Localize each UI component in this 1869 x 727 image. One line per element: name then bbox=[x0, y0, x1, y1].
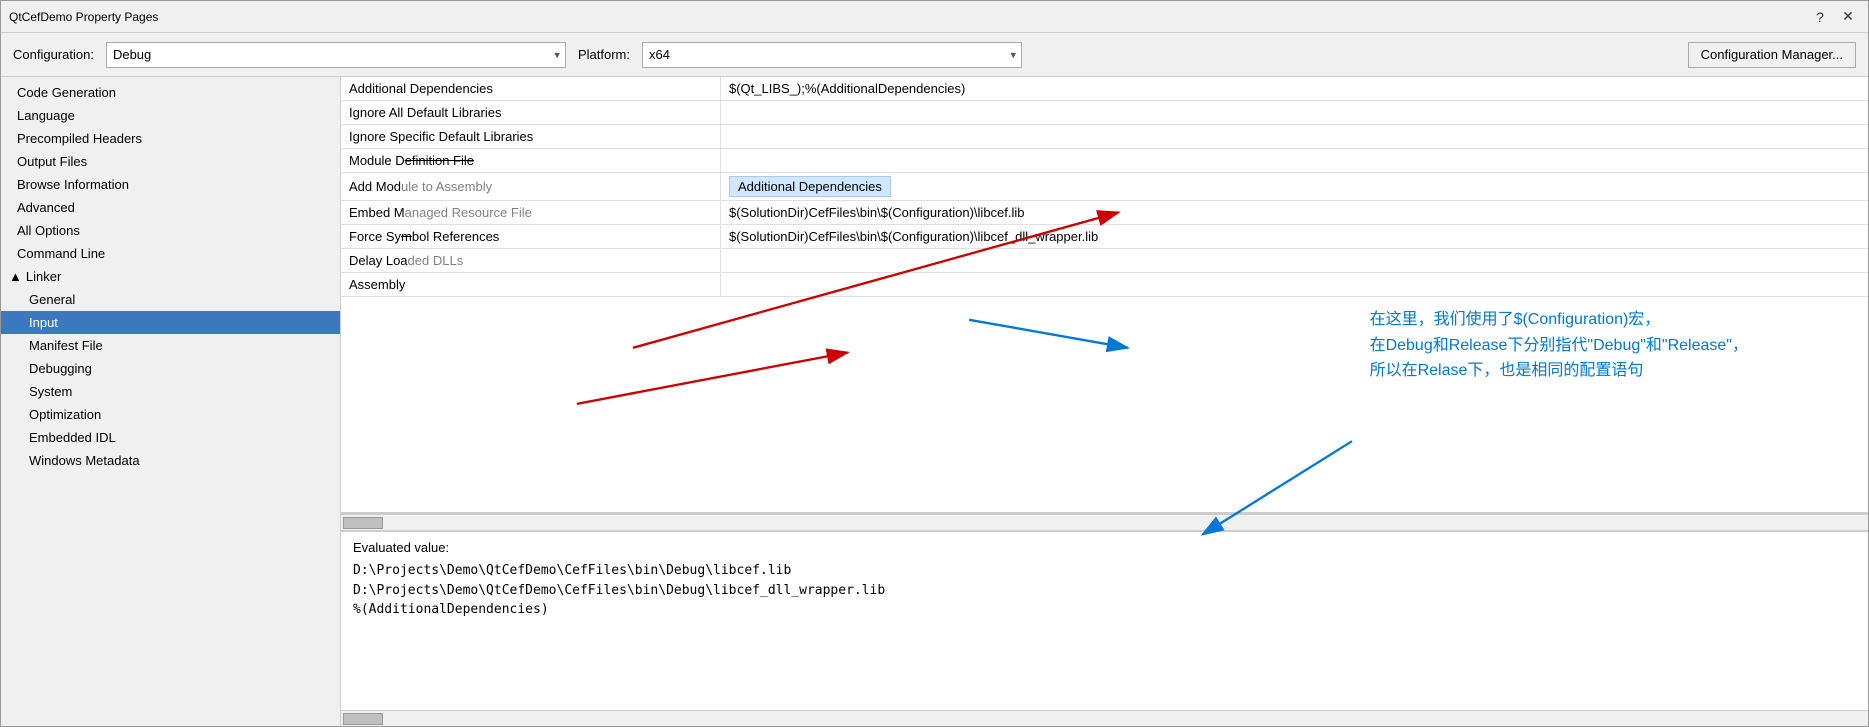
sidebar-item-windows-metadata[interactable]: Windows Metadata bbox=[1, 449, 340, 472]
sidebar-item-precompiled-headers[interactable]: Precompiled Headers bbox=[1, 127, 340, 150]
sidebar-item-all-options[interactable]: All Options bbox=[1, 219, 340, 242]
h-scrollbar-top[interactable] bbox=[341, 514, 1868, 530]
platform-select[interactable]: x64 Win32 bbox=[642, 42, 1022, 68]
sidebar-group-linker[interactable]: ▲ Linker bbox=[1, 265, 340, 288]
sidebar-item-code-generation[interactable]: Code Generation bbox=[1, 81, 340, 104]
evaluated-section: Evaluated value: D:\Projects\Demo\QtCefD… bbox=[341, 530, 1868, 710]
help-button[interactable]: ? bbox=[1808, 7, 1832, 27]
sidebar-item-manifest-file[interactable]: Manifest File bbox=[1, 334, 340, 357]
prop-name-force-sym: Force Symbol References bbox=[341, 225, 721, 248]
evaluated-label: Evaluated value: bbox=[353, 540, 1856, 555]
properties-table: Additional Dependencies $(Qt_LIBS_);%(Ad… bbox=[341, 77, 1868, 514]
sidebar-group-linker-label: Linker bbox=[26, 269, 61, 284]
content-area: Additional Dependencies $(Qt_LIBS_);%(Ad… bbox=[341, 77, 1868, 726]
table-row: Force Symbol References $(SolutionDir)Ce… bbox=[341, 225, 1868, 249]
sidebar-item-browse-information[interactable]: Browse Information bbox=[1, 173, 340, 196]
scrollbar-thumb-bottom[interactable] bbox=[343, 713, 383, 725]
table-row: Delay Loaded DLLs bbox=[341, 249, 1868, 273]
sidebar: Code Generation Language Precompiled Hea… bbox=[1, 77, 341, 726]
prop-name-module-def: Module Definition File bbox=[341, 149, 721, 172]
prop-value-add-module[interactable]: Additional Dependencies bbox=[721, 173, 1868, 200]
sidebar-item-system[interactable]: System bbox=[1, 380, 340, 403]
sidebar-item-optimization[interactable]: Optimization bbox=[1, 403, 340, 426]
prop-name-embed: Embed Managed Resource File bbox=[341, 201, 721, 224]
title-bar-buttons: ? ✕ bbox=[1808, 7, 1860, 27]
prop-name-additional-dependencies: Additional Dependencies bbox=[341, 77, 721, 100]
prop-value-additional-dependencies[interactable]: $(Qt_LIBS_);%(AdditionalDependencies) bbox=[721, 77, 1868, 100]
prop-value-force-sym[interactable]: $(SolutionDir)CefFiles\bin\$(Configurati… bbox=[721, 225, 1868, 248]
title-bar: QtCefDemo Property Pages ? ✕ bbox=[1, 1, 1868, 33]
config-select[interactable]: Debug Release All Configurations bbox=[106, 42, 566, 68]
table-row: Embed Managed Resource File $(SolutionDi… bbox=[341, 201, 1868, 225]
platform-label: Platform: bbox=[578, 47, 630, 62]
sidebar-item-debugging[interactable]: Debugging bbox=[1, 357, 340, 380]
prop-value-ignore-specific[interactable] bbox=[721, 125, 1868, 148]
prop-value-assembly[interactable] bbox=[721, 273, 1868, 296]
triangle-icon: ▲ bbox=[9, 269, 22, 284]
prop-name-ignore-specific: Ignore Specific Default Libraries bbox=[341, 125, 721, 148]
content-wrapper: Additional Dependencies $(Qt_LIBS_);%(Ad… bbox=[341, 77, 1868, 726]
main-content: Code Generation Language Precompiled Hea… bbox=[1, 77, 1868, 726]
table-row: Additional Dependencies $(Qt_LIBS_);%(Ad… bbox=[341, 77, 1868, 101]
prop-name-delay-load: Delay Loaded DLLs bbox=[341, 249, 721, 272]
eval-line-1: D:\Projects\Demo\QtCefDemo\CefFiles\bin\… bbox=[353, 561, 1856, 581]
table-row: Ignore Specific Default Libraries bbox=[341, 125, 1868, 149]
sidebar-item-command-line[interactable]: Command Line bbox=[1, 242, 340, 265]
close-button[interactable]: ✕ bbox=[1836, 7, 1860, 27]
platform-select-wrapper: x64 Win32 bbox=[642, 42, 1022, 68]
prop-name-add-module: Add Module to Assembly bbox=[341, 173, 721, 200]
eval-line-2: D:\Projects\Demo\QtCefDemo\CefFiles\bin\… bbox=[353, 581, 1856, 601]
sidebar-item-input[interactable]: Input bbox=[1, 311, 340, 334]
eval-line-3: %(AdditionalDependencies) bbox=[353, 600, 1856, 620]
config-select-wrapper: Debug Release All Configurations bbox=[106, 42, 566, 68]
config-label: Configuration: bbox=[13, 47, 94, 62]
scrollbar-thumb[interactable] bbox=[343, 517, 383, 529]
toolbar: Configuration: Debug Release All Configu… bbox=[1, 33, 1868, 77]
h-scrollbar-bottom[interactable] bbox=[341, 710, 1868, 726]
config-manager-button[interactable]: Configuration Manager... bbox=[1688, 42, 1856, 68]
prop-value-delay-load[interactable] bbox=[721, 249, 1868, 272]
sidebar-item-advanced[interactable]: Advanced bbox=[1, 196, 340, 219]
prop-value-ignore-all[interactable] bbox=[721, 101, 1868, 124]
table-row: Add Module to Assembly Additional Depend… bbox=[341, 173, 1868, 201]
main-window: QtCefDemo Property Pages ? ✕ Configurati… bbox=[0, 0, 1869, 727]
table-row: Ignore All Default Libraries bbox=[341, 101, 1868, 125]
sidebar-item-output-files[interactable]: Output Files bbox=[1, 150, 340, 173]
table-row: Assembly bbox=[341, 273, 1868, 297]
sidebar-item-language[interactable]: Language bbox=[1, 104, 340, 127]
prop-name-ignore-all: Ignore All Default Libraries bbox=[341, 101, 721, 124]
prop-value-embed[interactable]: $(SolutionDir)CefFiles\bin\$(Configurati… bbox=[721, 201, 1868, 224]
window-title: QtCefDemo Property Pages bbox=[9, 10, 158, 24]
table-row: Module Definition File bbox=[341, 149, 1868, 173]
sidebar-item-general[interactable]: General bbox=[1, 288, 340, 311]
prop-value-module-def[interactable] bbox=[721, 149, 1868, 172]
evaluated-value: D:\Projects\Demo\QtCefDemo\CefFiles\bin\… bbox=[353, 561, 1856, 620]
prop-name-assembly: Assembly bbox=[341, 273, 721, 296]
sidebar-item-embedded-idl[interactable]: Embedded IDL bbox=[1, 426, 340, 449]
